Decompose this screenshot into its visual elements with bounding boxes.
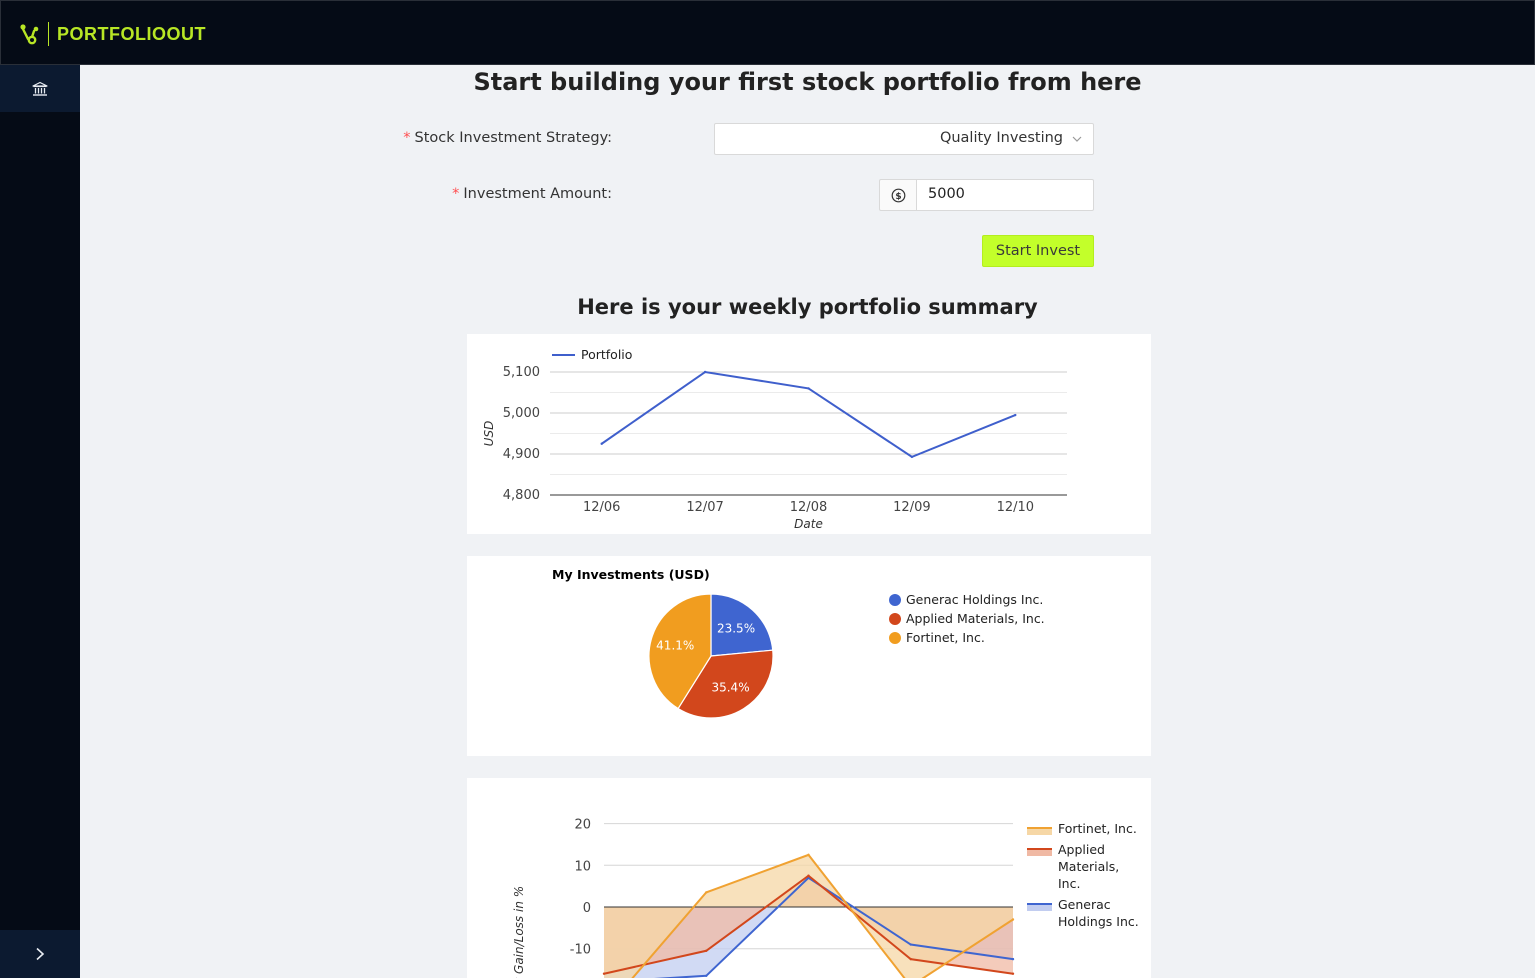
y-tick-label: 0 [583, 901, 591, 916]
top-bar: PORTFOLIOOUT [0, 0, 1535, 65]
y-tick-label: 4,900 [503, 447, 540, 462]
sidebar [0, 65, 80, 978]
investments-pie-chart: My Investments (USD) 23.5% 35.4% 41.1% Gener… [552, 567, 1045, 719]
y-axis-title: Daily Gain/Loss in % [512, 886, 526, 978]
start-invest-button[interactable]: Start Invest [982, 235, 1094, 267]
y-axis-title: USD [482, 421, 496, 447]
chevron-down-icon [1072, 136, 1082, 142]
required-mark: * [403, 130, 411, 146]
pie-slice-label: 41.1% [656, 639, 694, 653]
y-tick-label: 20 [574, 818, 591, 833]
data-point [910, 455, 914, 459]
amount-label: * Investment Amount: [312, 186, 612, 202]
legend-label-portfolio: Portfolio [581, 347, 632, 362]
amount-label-text: Investment Amount [463, 186, 608, 202]
x-tick-label: 12/09 [893, 500, 930, 515]
data-point [705, 974, 708, 978]
x-tick-label: 12/06 [583, 500, 620, 515]
legend-swatch [889, 632, 901, 644]
data-point [1011, 957, 1015, 961]
x-axis-title: Date [794, 517, 823, 531]
data-point [602, 972, 606, 975]
investments-pie-chart-card: My Investments (USD) 23.5% 35.4% 41.1% Gener… [467, 556, 1151, 756]
legend-swatch [1027, 904, 1052, 911]
legend-label: Fortinet, Inc. [906, 630, 985, 645]
data-point [1011, 972, 1015, 975]
strategy-label-text: Stock Investment Strategy [414, 130, 608, 146]
strategy-select-value: Quality Investing [939, 130, 1063, 146]
daily-gain-chart-card: -10 0 10 20 Daily Gain/Loss in % Fortinet, In… [467, 778, 1151, 978]
dollar-circle-icon: $ [891, 188, 905, 202]
data-point [807, 874, 810, 877]
portfolio-line-chart: 4,800 4,900 5,000 5,100 12/06 12/07 12/08 12/09… [482, 347, 1067, 531]
logo-icon [20, 24, 39, 45]
daily-gain-area-chart: -10 0 10 20 Daily Gain/Loss in % Fortinet, In… [512, 818, 1139, 978]
required-mark: * [452, 186, 460, 202]
data-point [1014, 413, 1017, 417]
sidebar-collapse-button[interactable] [0, 930, 80, 978]
sidebar-item-home[interactable] [0, 65, 80, 112]
strategy-label: * Stock Investment Strategy: [312, 130, 612, 146]
logo-divider [48, 22, 49, 46]
main-content: Start building your first stock portfoli… [80, 65, 1535, 978]
svg-text:$: $ [895, 192, 901, 202]
data-point [807, 387, 810, 390]
data-point [703, 370, 707, 374]
brand-logo[interactable]: PORTFOLIOOUT [18, 21, 206, 47]
x-tick-label: 12/10 [997, 500, 1034, 515]
legend-swatch [1027, 828, 1052, 835]
page-title: Start building your first stock portfoli… [473, 68, 1142, 96]
brand-name: PORTFOLIOOUT [57, 23, 206, 44]
chevron-right-icon [36, 947, 45, 961]
bank-icon [32, 81, 48, 96]
y-tick-label: 5,000 [503, 406, 540, 421]
strategy-select[interactable]: Quality Investing [714, 123, 1094, 155]
y-tick-label: 10 [574, 859, 591, 874]
y-tick-label: 4,800 [503, 488, 540, 503]
pie-slice-label: 35.4% [711, 681, 749, 695]
legend-swatch [889, 613, 901, 625]
y-tick-label: -10 [570, 943, 591, 958]
amount-addon: $ [879, 179, 916, 211]
pie-title: My Investments (USD) [552, 567, 710, 582]
portfolio-line-chart-card: 4,800 4,900 5,000 5,100 12/06 12/07 12/08 12/09… [467, 334, 1151, 534]
x-tick-label: 12/07 [686, 500, 723, 515]
data-point [705, 891, 708, 894]
data-point [807, 853, 810, 857]
pie-slice-label: 23.5% [717, 621, 755, 635]
x-tick-label: 12/08 [790, 500, 827, 515]
legend-label: Applied Materials, Inc. [906, 611, 1045, 626]
legend-label: Generac Holdings Inc. [1058, 897, 1139, 929]
summary-title: Here is your weekly portfolio summary [577, 295, 1038, 319]
data-point [909, 957, 912, 961]
amount-input-group: $ 5000 [879, 179, 1094, 211]
legend-label: Generac Holdings Inc. [906, 592, 1043, 607]
legend-swatch [1027, 849, 1052, 856]
label-colon: : [607, 186, 612, 202]
data-point [1011, 918, 1015, 921]
legend-swatch [889, 594, 901, 606]
label-colon: : [607, 130, 612, 146]
amount-input[interactable]: 5000 [916, 179, 1094, 211]
y-tick-label: 5,100 [503, 365, 540, 380]
data-point [909, 943, 912, 946]
legend-label: Fortinet, Inc. [1058, 821, 1137, 836]
data-point [600, 442, 603, 445]
legend-label: Applied Materials, Inc. [1058, 842, 1119, 891]
data-point [705, 949, 708, 952]
series-line-portfolio [601, 370, 1016, 458]
